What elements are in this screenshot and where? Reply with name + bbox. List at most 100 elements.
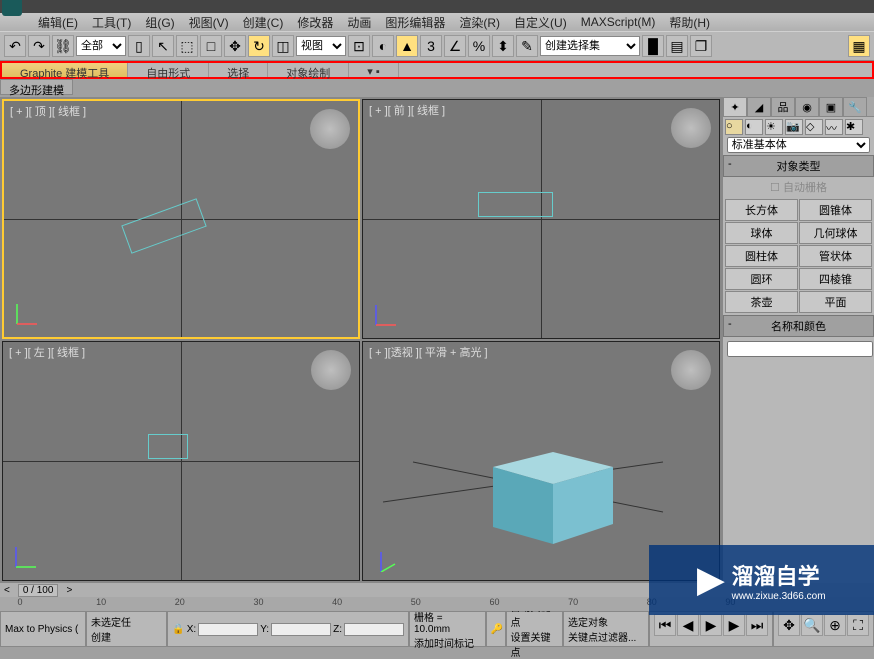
ribbon-toggle[interactable]: ▾ ▪ xyxy=(349,63,398,77)
percent-icon[interactable]: % xyxy=(468,35,490,57)
time-slider-handle[interactable]: 0 / 100 xyxy=(18,584,59,597)
viewcube-icon[interactable] xyxy=(311,350,351,390)
layers-icon[interactable]: ❐ xyxy=(690,35,712,57)
menu-graph[interactable]: 图形编辑器 xyxy=(379,12,451,33)
refsys-select[interactable]: 视图 xyxy=(296,36,346,56)
rotate-icon[interactable]: ↻ xyxy=(248,35,270,57)
angle-icon[interactable]: ∠ xyxy=(444,35,466,57)
zoom-icon[interactable]: 🔍 xyxy=(801,614,823,636)
render-icon[interactable]: ▦ xyxy=(848,35,870,57)
box-object[interactable] xyxy=(483,432,633,552)
scale-icon[interactable]: ◫ xyxy=(272,35,294,57)
sphere-button[interactable]: 球体 xyxy=(725,222,798,244)
menu-bar: 编辑(E) 工具(T) 组(G) 视图(V) 创建(C) 修改器 动画 图形编辑… xyxy=(0,13,874,31)
lights-icon[interactable]: ☀ xyxy=(765,119,783,135)
pan-icon[interactable]: ✥ xyxy=(778,614,800,636)
spinner-icon[interactable]: ⬍ xyxy=(492,35,514,57)
script-listener[interactable]: Max to Physics ( xyxy=(0,611,86,647)
ribbon-paint[interactable]: 对象绘制 xyxy=(268,63,349,77)
plane-button[interactable]: 平面 xyxy=(799,291,872,313)
undo-icon[interactable]: ↶ xyxy=(4,35,26,57)
axis-gizmo-icon xyxy=(12,299,42,329)
rollout-object-type[interactable]: -对象类型 xyxy=(723,155,874,177)
box-button[interactable]: 长方体 xyxy=(725,199,798,221)
menu-custom[interactable]: 自定义(U) xyxy=(508,12,573,33)
mirror-icon[interactable]: ▐▌ xyxy=(642,35,664,57)
tube-button[interactable]: 管状体 xyxy=(799,245,872,267)
ribbon-graphite[interactable]: Graphite 建模工具 xyxy=(2,63,128,77)
menu-help[interactable]: 帮助(H) xyxy=(663,12,716,33)
shapes-icon[interactable]: ◐ xyxy=(745,119,763,135)
hierarchy-tab-icon[interactable]: 品 xyxy=(771,97,795,117)
create-tab-icon[interactable]: ✦ xyxy=(723,97,747,117)
keymode-icon[interactable]: ▲ xyxy=(396,35,418,57)
motion-tab-icon[interactable]: ◉ xyxy=(795,97,819,117)
geom-icon[interactable]: ○ xyxy=(725,119,743,135)
ribbon-freeform[interactable]: 自由形式 xyxy=(128,63,209,77)
systems-icon[interactable]: ✱ xyxy=(845,119,863,135)
pyramid-button[interactable]: 四棱锥 xyxy=(799,268,872,290)
menu-modifiers[interactable]: 修改器 xyxy=(291,12,339,33)
window-icon[interactable]: □ xyxy=(200,35,222,57)
y-input[interactable] xyxy=(271,623,331,636)
menu-render[interactable]: 渲染(R) xyxy=(453,12,506,33)
link-icon[interactable]: ⛓ xyxy=(52,35,74,57)
ribbon-highlighted: Graphite 建模工具 自由形式 选择 对象绘制 ▾ ▪ xyxy=(0,61,874,79)
goto-start-icon[interactable]: ⏮ xyxy=(654,614,676,636)
align-icon[interactable]: ▤ xyxy=(666,35,688,57)
menu-view[interactable]: 视图(V) xyxy=(183,12,235,33)
menu-create[interactable]: 创建(C) xyxy=(237,12,290,33)
viewport-left[interactable]: [ + ][ 左 ][ 线框 ] xyxy=(2,341,360,581)
filter-select[interactable]: 全部 xyxy=(76,36,126,56)
teapot-button[interactable]: 茶壶 xyxy=(725,291,798,313)
cursor-icon[interactable]: ↖ xyxy=(152,35,174,57)
prev-frame-icon[interactable]: ◀ xyxy=(677,614,699,636)
autogrid-checkbox[interactable]: ☐ 自动栅格 xyxy=(723,177,874,197)
viewport-top[interactable]: [ + ][ 顶 ][ 线框 ] xyxy=(2,99,360,339)
cameras-icon[interactable]: 📷 xyxy=(785,119,803,135)
display-tab-icon[interactable]: ▣ xyxy=(819,97,843,117)
watermark: ▶ 溜溜自学 www.zixue.3d66.com xyxy=(649,545,874,615)
select-icon[interactable]: ▯ xyxy=(128,35,150,57)
move-icon[interactable]: ✥ xyxy=(224,35,246,57)
edit-icon[interactable]: ✎ xyxy=(516,35,538,57)
named-sel-select[interactable]: 创建选择集 xyxy=(540,36,640,56)
goto-end-icon[interactable]: ⏭ xyxy=(746,614,768,636)
x-input[interactable] xyxy=(198,623,258,636)
modify-tab-icon[interactable]: ◢ xyxy=(747,97,771,117)
center-icon[interactable]: ⊡ xyxy=(348,35,370,57)
add-time-tag[interactable]: 添加时间标记 xyxy=(414,635,481,650)
cone-button[interactable]: 圆锥体 xyxy=(799,199,872,221)
z-input[interactable] xyxy=(344,623,404,636)
space-icon[interactable]: 〰 xyxy=(825,119,843,135)
viewcube-icon[interactable] xyxy=(671,108,711,148)
maximize-icon[interactable]: ⛶ xyxy=(847,614,869,636)
key-filter[interactable]: 关键点过滤器... xyxy=(568,629,644,644)
torus-button[interactable]: 圆环 xyxy=(725,268,798,290)
utilities-tab-icon[interactable]: 🔧 xyxy=(843,97,867,117)
redo-icon[interactable]: ↷ xyxy=(28,35,50,57)
menu-maxscript[interactable]: MAXScript(M) xyxy=(575,13,662,31)
menu-anim[interactable]: 动画 xyxy=(341,12,377,33)
geosphere-button[interactable]: 几何球体 xyxy=(799,222,872,244)
snap3-icon[interactable]: 3 xyxy=(420,35,442,57)
rollout-name-color[interactable]: -名称和颜色 xyxy=(723,315,874,337)
play-icon[interactable]: ▶ xyxy=(700,614,722,636)
object-name-input[interactable] xyxy=(727,341,873,357)
menu-group[interactable]: 组(G) xyxy=(139,12,180,33)
menu-edit[interactable]: 编辑(E) xyxy=(32,12,84,33)
helpers-icon[interactable]: ◇ xyxy=(805,119,823,135)
ribbon-select[interactable]: 选择 xyxy=(209,63,268,77)
menu-tools[interactable]: 工具(T) xyxy=(86,12,137,33)
sub-tab-polymodel[interactable]: 多边形建模 xyxy=(0,79,73,95)
viewport-front[interactable]: [ + ][ 前 ][ 线框 ] xyxy=(362,99,720,339)
key-icon[interactable]: 🔑 xyxy=(486,611,506,647)
crossing-icon[interactable]: ⬚ xyxy=(176,35,198,57)
orbit-icon[interactable]: ⊕ xyxy=(824,614,846,636)
category-select[interactable]: 标准基本体 xyxy=(727,137,870,153)
viewcube-icon[interactable] xyxy=(310,109,350,149)
manip-icon[interactable]: ◐ xyxy=(372,35,394,57)
sel-obj[interactable]: 选定对象 xyxy=(568,614,644,629)
cylinder-button[interactable]: 圆柱体 xyxy=(725,245,798,267)
next-frame-icon[interactable]: ▶ xyxy=(723,614,745,636)
